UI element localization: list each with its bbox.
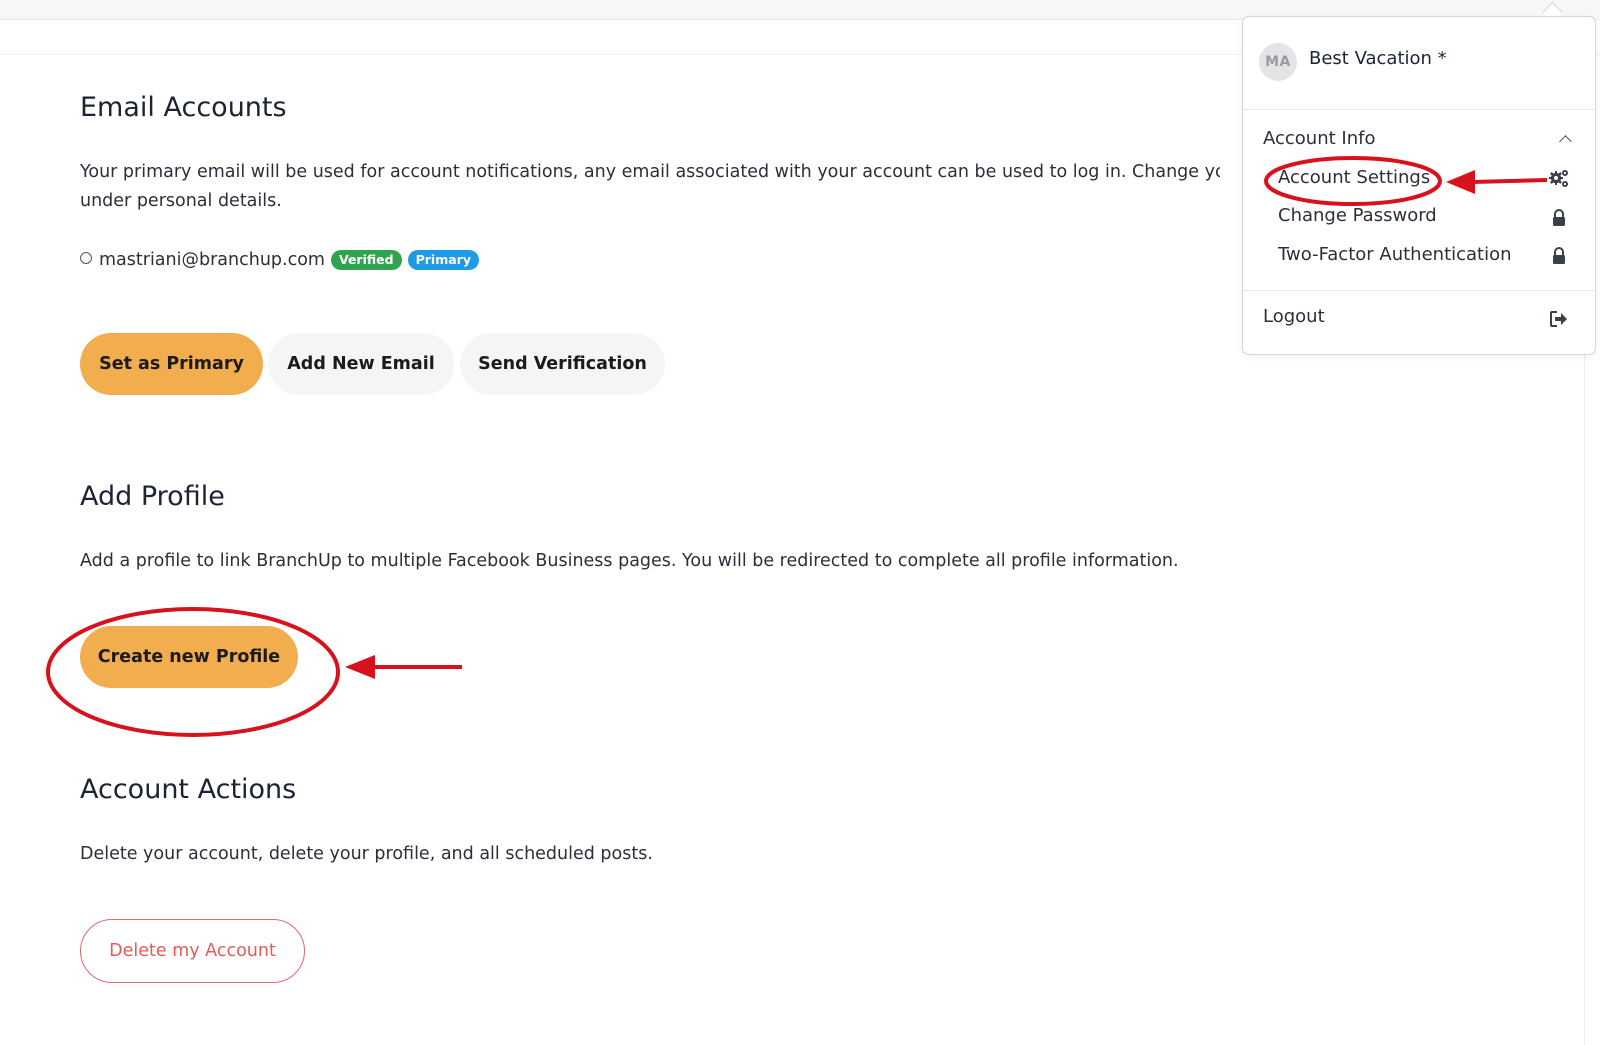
create-new-profile-button[interactable]: Create new Profile: [80, 626, 298, 688]
avatar: MA: [1259, 43, 1297, 81]
lock-icon: [1553, 247, 1565, 264]
chevron-up-icon[interactable]: [1559, 135, 1572, 148]
gears-icon: [1549, 170, 1568, 187]
account-info-toggle[interactable]: Account Info: [1263, 128, 1375, 149]
email-list-item[interactable]: mastriani@branchup.com Verified Primary: [80, 246, 485, 274]
email-accounts-description-line1: Your primary email will be used for acco…: [80, 162, 1220, 182]
account-actions-title: Account Actions: [80, 774, 297, 805]
verified-badge: Verified: [330, 250, 402, 270]
dropdown-header: MA Best Vacation *: [1243, 17, 1595, 110]
primary-badge: Primary: [407, 250, 479, 270]
add-profile-title: Add Profile: [80, 481, 225, 512]
send-verification-button[interactable]: Send Verification: [460, 333, 665, 395]
lock-icon: [1553, 209, 1565, 226]
email-accounts-description-line2: under personal details.: [80, 191, 282, 211]
email-accounts-title: Email Accounts: [80, 92, 287, 123]
account-name: Best Vacation *: [1309, 48, 1447, 69]
email-address: mastriani@branchup.com: [99, 250, 325, 270]
logout-icon[interactable]: [1548, 308, 1570, 330]
annotation-arrowhead-create-profile: [345, 655, 375, 679]
add-profile-description: Add a profile to link BranchUp to multip…: [80, 551, 1179, 571]
menu-item-change-password[interactable]: Change Password: [1278, 205, 1437, 226]
logout-link[interactable]: Logout: [1263, 306, 1325, 327]
account-settings-page: Email Accounts Your primary email will b…: [0, 0, 1600, 1045]
account-actions-description: Delete your account, delete your profile…: [80, 844, 653, 864]
dropdown-divider: [1243, 290, 1595, 291]
delete-account-button[interactable]: Delete my Account: [80, 919, 305, 983]
menu-item-account-settings[interactable]: Account Settings: [1278, 167, 1430, 188]
email-radio[interactable]: [80, 252, 92, 264]
account-dropdown-menu: MA Best Vacation * Account Info Account …: [1242, 16, 1596, 355]
menu-item-two-factor-auth[interactable]: Two-Factor Authentication: [1278, 244, 1512, 265]
set-as-primary-button[interactable]: Set as Primary: [80, 333, 263, 395]
add-new-email-button[interactable]: Add New Email: [268, 333, 454, 395]
